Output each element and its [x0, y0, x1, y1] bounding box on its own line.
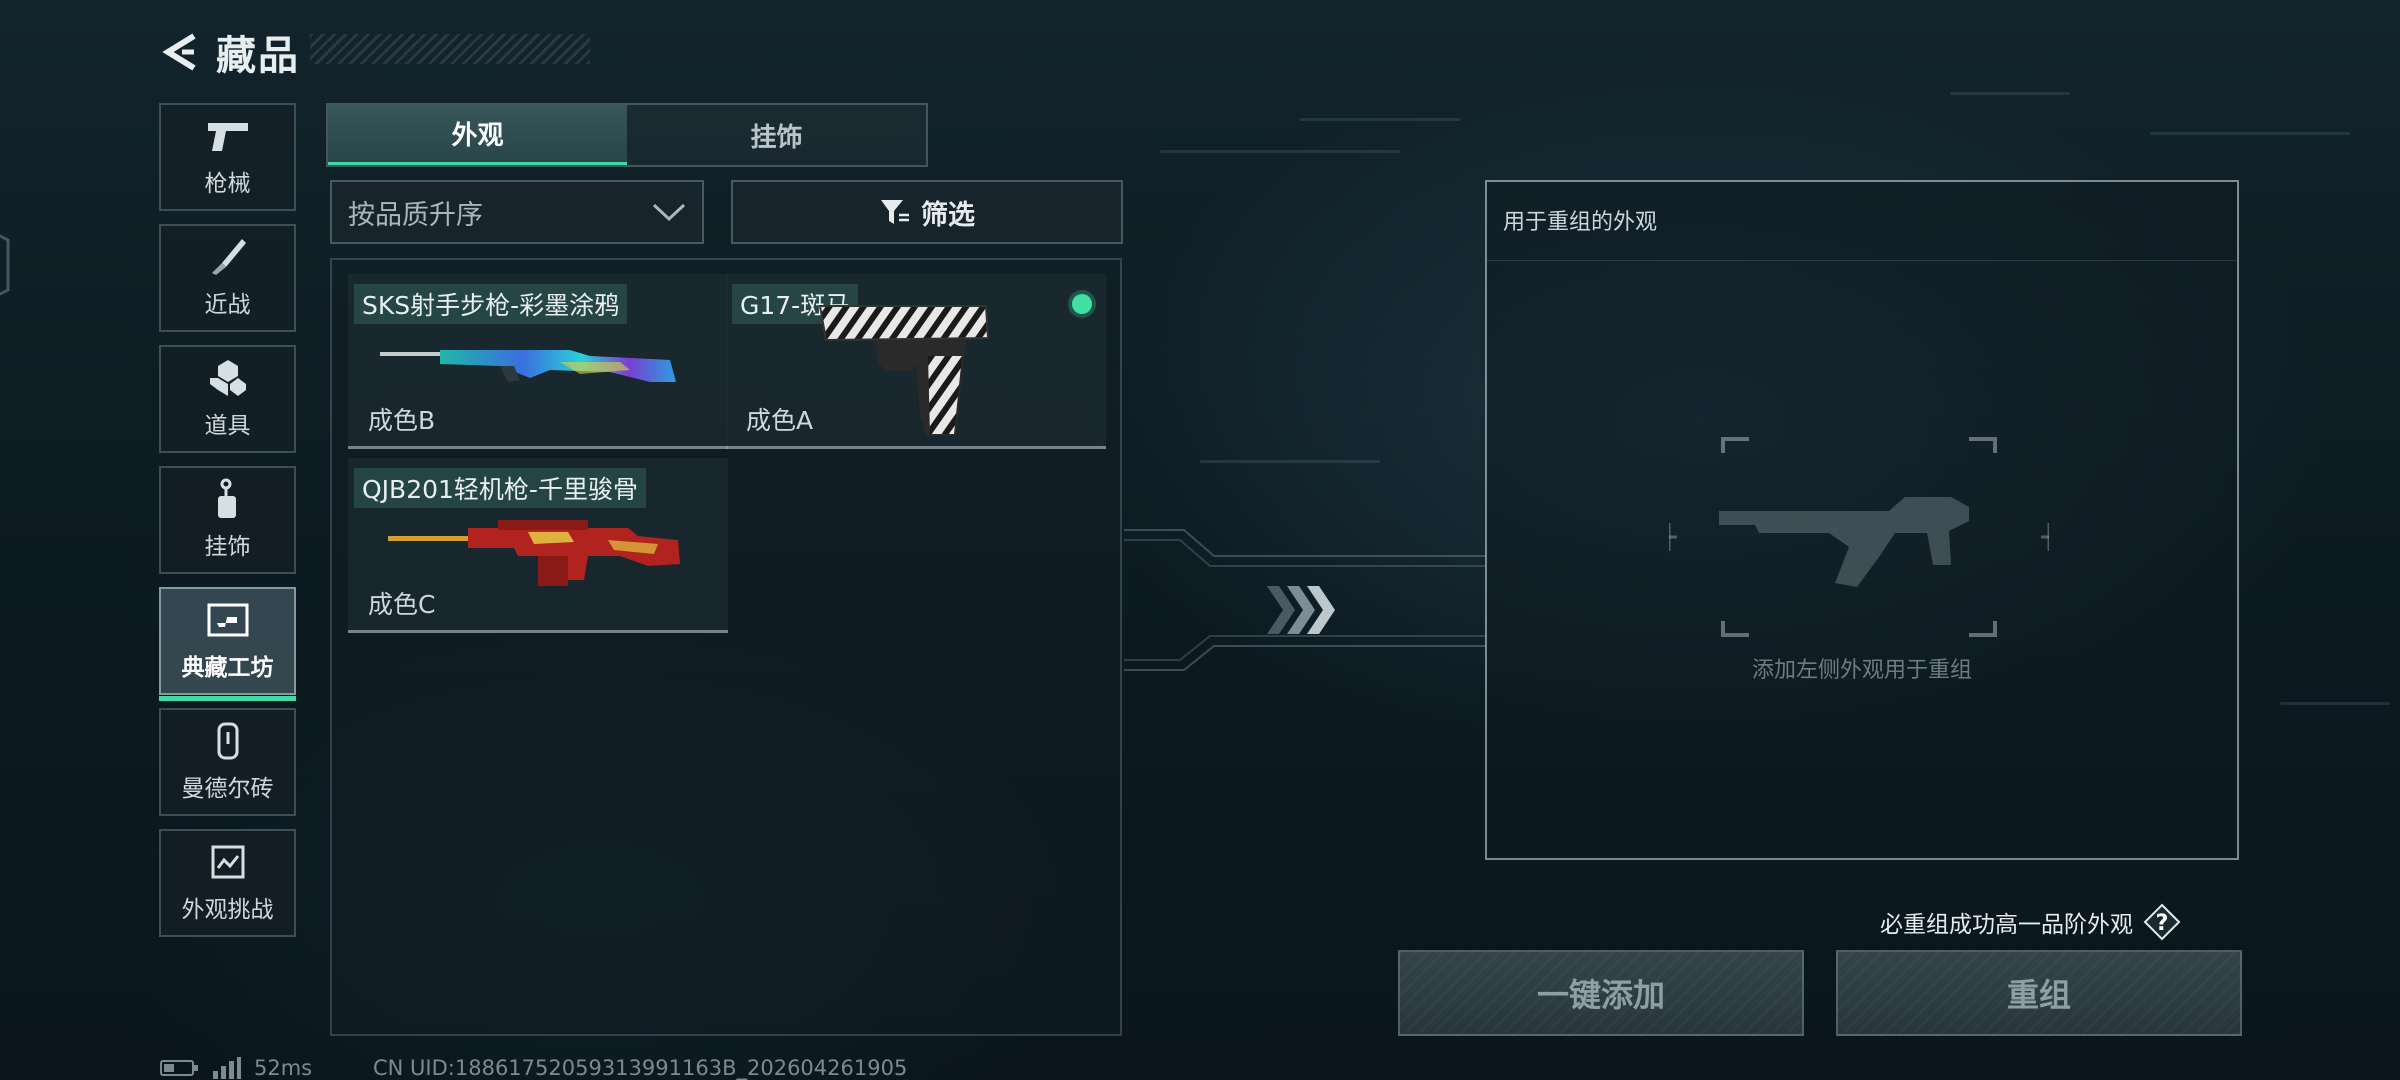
brick-icon: [205, 721, 251, 761]
background-streak: [2280, 702, 2390, 705]
sort-dropdown[interactable]: 按品质升序: [330, 180, 704, 244]
tab-skins[interactable]: 外观: [328, 105, 627, 165]
ping-value: 52ms: [254, 1056, 313, 1080]
skin-grade: 成色B: [368, 406, 436, 435]
sks-rifle-image: [380, 350, 676, 382]
recompose-button[interactable]: 重组: [1836, 950, 2242, 1036]
add-all-button-label: 一键添加: [1536, 976, 1665, 1014]
triple-chevron-icon: [1267, 586, 1335, 634]
background-streak: [1200, 460, 1380, 463]
status-bar: 52ms: [160, 1056, 312, 1080]
help-button[interactable]: ?: [2143, 903, 2181, 941]
background-streak: [1950, 92, 2070, 95]
svg-text:?: ?: [2156, 911, 2169, 936]
background-streak: [1300, 118, 1460, 121]
skin-card[interactable]: QJB201轻机枪-千里骏骨 成色C: [348, 458, 728, 633]
filter-button-label: 筛选: [921, 199, 975, 231]
equipped-indicator: [1072, 294, 1092, 314]
workshop-icon: [205, 600, 251, 640]
user-uid: CN UID:18861752059313991163B_20260426190…: [373, 1056, 908, 1080]
sidebar-item-label: 枪械: [204, 171, 251, 197]
filter-button[interactable]: 筛选: [731, 180, 1123, 244]
sidebar-item-label: 道具: [204, 413, 251, 439]
recompose-button-label: 重组: [2006, 976, 2071, 1014]
sidebar-item-label: 外观挑战: [181, 897, 274, 923]
background-streak: [2150, 132, 2350, 135]
recompose-panel: 用于重组的外观 添加左侧外观用于重组: [1485, 180, 2239, 860]
skin-name: SKS射手步枪-彩墨涂鸦: [354, 284, 628, 324]
tab-bar: 外观 挂饰: [326, 103, 928, 167]
back-button[interactable]: [158, 27, 202, 77]
charm-icon: [205, 478, 251, 519]
filter-icon: [881, 200, 909, 224]
page-header: 藏品: [158, 22, 300, 82]
skin-grade: 成色C: [368, 590, 436, 619]
recompose-drop-slot[interactable]: [1667, 437, 2051, 637]
sidebar-item-skin-challenge[interactable]: 外观挑战: [159, 829, 296, 937]
add-all-button[interactable]: 一键添加: [1398, 950, 1804, 1036]
recompose-panel-title: 用于重组的外观: [1503, 210, 1658, 235]
pistol-icon: [205, 116, 251, 156]
skin-grade: 成色A: [746, 406, 814, 435]
skin-name: QJB201轻机枪-千里骏骨: [354, 468, 646, 508]
chevron-down-icon: [652, 203, 686, 222]
category-sidebar: 枪械 近战 道具 挂饰 典藏工坊 曼德尔砖 外观挑战: [159, 103, 296, 950]
battery-icon: [160, 1060, 198, 1076]
divider: [1487, 260, 2237, 261]
skin-list: SKS射手步枪-彩墨涂鸦 成色B G17-斑马 成色A QJB201轻机枪-千里…: [330, 258, 1122, 1036]
sidebar-item-workshop[interactable]: 典藏工坊: [159, 587, 296, 701]
sidebar-item-mandel-brick[interactable]: 曼德尔砖: [159, 708, 296, 816]
recompose-hint: 必重组成功高一品阶外观 ?: [1880, 903, 2181, 941]
recompose-placeholder-text: 添加左侧外观用于重组: [1751, 658, 1972, 683]
qjb201-lmg-image: [388, 520, 680, 586]
sidebar-item-label: 曼德尔砖: [181, 776, 274, 802]
sidebar-item-label: 挂饰: [204, 534, 251, 560]
background-streak: [1160, 150, 1400, 153]
rifle-placeholder-icon: [1667, 437, 2051, 637]
signal-icon: [213, 1057, 241, 1079]
sidebar-item-props[interactable]: 道具: [159, 345, 296, 453]
tab-charms[interactable]: 挂饰: [627, 105, 926, 165]
page-title: 藏品: [216, 33, 300, 79]
sort-dropdown-label: 按品质升序: [348, 199, 483, 231]
sidebar-item-melee[interactable]: 近战: [159, 224, 296, 332]
question-icon: ?: [2143, 903, 2181, 941]
sidebar-item-label: 近战: [204, 292, 251, 318]
challenge-icon: [205, 842, 251, 882]
grenade-icon: [205, 358, 251, 398]
edge-hexagon-icon: [0, 234, 10, 296]
sidebar-item-label: 典藏工坊: [181, 655, 274, 681]
recompose-hint-text: 必重组成功高一品阶外观: [1880, 912, 2133, 938]
knife-icon: [205, 237, 251, 277]
g17-pistol-image: [818, 305, 990, 436]
sidebar-item-guns[interactable]: 枪械: [159, 103, 296, 211]
back-arrow-icon: [162, 33, 196, 71]
skin-card[interactable]: G17-斑马 成色A: [726, 274, 1106, 449]
title-decoration: [310, 34, 590, 64]
sidebar-item-charms[interactable]: 挂饰: [159, 466, 296, 574]
skin-card[interactable]: SKS射手步枪-彩墨涂鸦 成色B: [348, 274, 728, 449]
